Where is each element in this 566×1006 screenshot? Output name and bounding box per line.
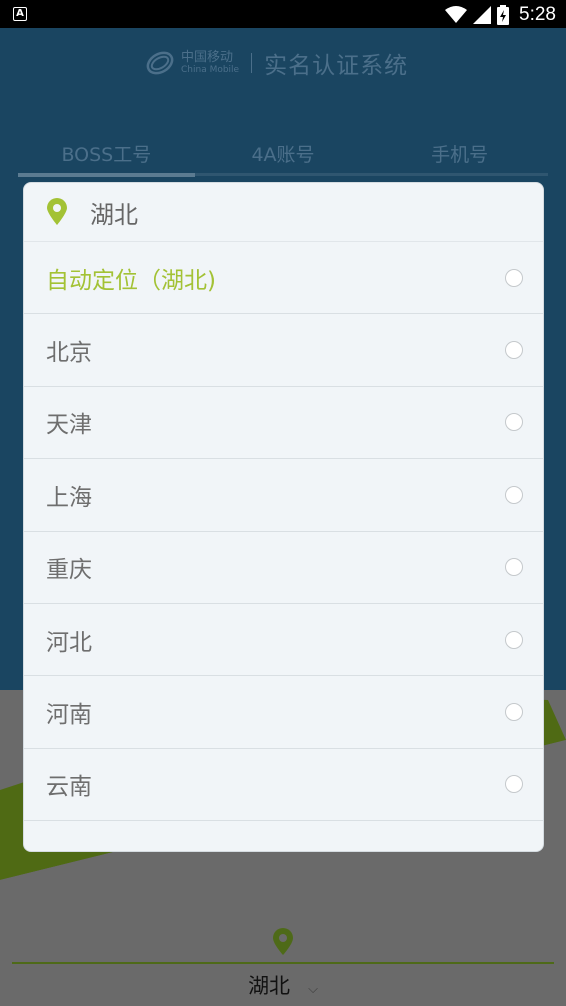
dialog-title: 湖北 [90,200,138,229]
location-pin-icon [273,928,293,955]
header: 中国移动 China Mobile 实名认证系统 [145,46,408,80]
radio-button[interactable] [505,558,523,577]
chevron-down-icon: ⌵ [308,982,318,997]
radio-button[interactable] [505,485,523,504]
option-beijing[interactable]: 北京 [24,314,543,387]
logo-text-cn: 中国移动 [181,49,234,65]
province-selector[interactable]: 湖北 ⌵ [0,970,566,1000]
option-auto-locate[interactable]: 自动定位（湖北) [24,242,543,315]
location-underline [12,962,554,964]
option-henan[interactable]: 河南 [24,676,543,749]
radio-button[interactable] [505,341,523,360]
option-yunnan[interactable]: 云南 [24,749,543,822]
option-label: 重庆 [46,557,92,584]
option-tianjin[interactable]: 天津 [24,387,543,460]
province-dialog: 湖北 自动定位（湖北) 北京 天津 上海 重庆 河北 河南 云南 [23,182,544,852]
option-label: 自动定位（湖北) [46,267,216,294]
option-label: 河南 [46,702,92,729]
option-label: 北京 [46,340,92,367]
radio-button[interactable] [505,413,523,432]
location-pin-icon [47,198,67,225]
option-label: 云南 [46,774,92,801]
radio-button[interactable] [505,630,523,649]
option-label: 天津 [46,412,92,439]
tab-active-indicator [18,173,195,177]
radio-button[interactable] [505,775,523,794]
dialog-header: 湖北 [24,183,543,242]
header-divider [251,53,253,73]
china-mobile-logo-icon [146,51,174,75]
option-label: 上海 [46,484,92,511]
province-selector-label: 湖北 [248,974,291,998]
logo-text-en: China Mobile [181,64,240,75]
option-hebei[interactable]: 河北 [24,604,543,677]
option-chongqing[interactable]: 重庆 [24,532,543,604]
radio-button[interactable] [505,268,523,287]
option-shanghai[interactable]: 上海 [24,459,543,532]
radio-button[interactable] [505,703,523,722]
page-title: 实名认证系统 [264,53,409,79]
option-label: 河北 [46,629,92,656]
